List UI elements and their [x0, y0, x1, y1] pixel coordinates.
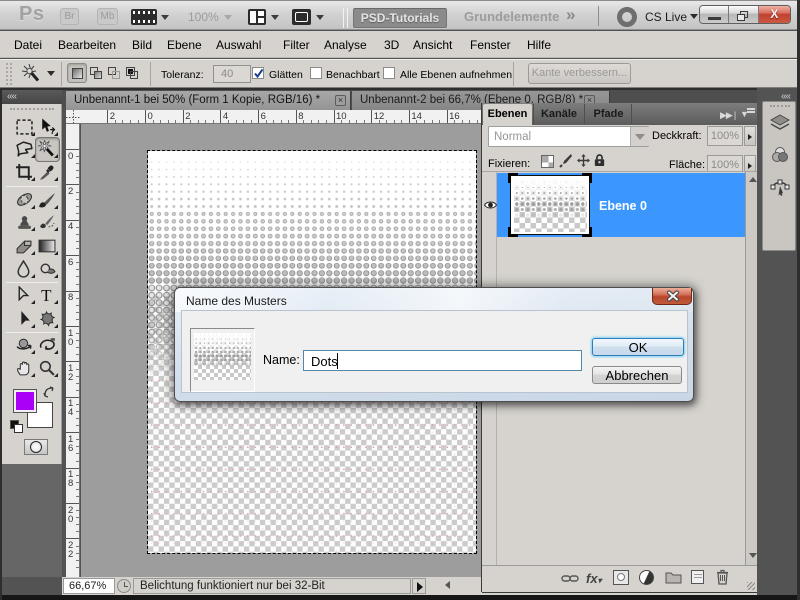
svg-text:T: T — [41, 286, 52, 304]
